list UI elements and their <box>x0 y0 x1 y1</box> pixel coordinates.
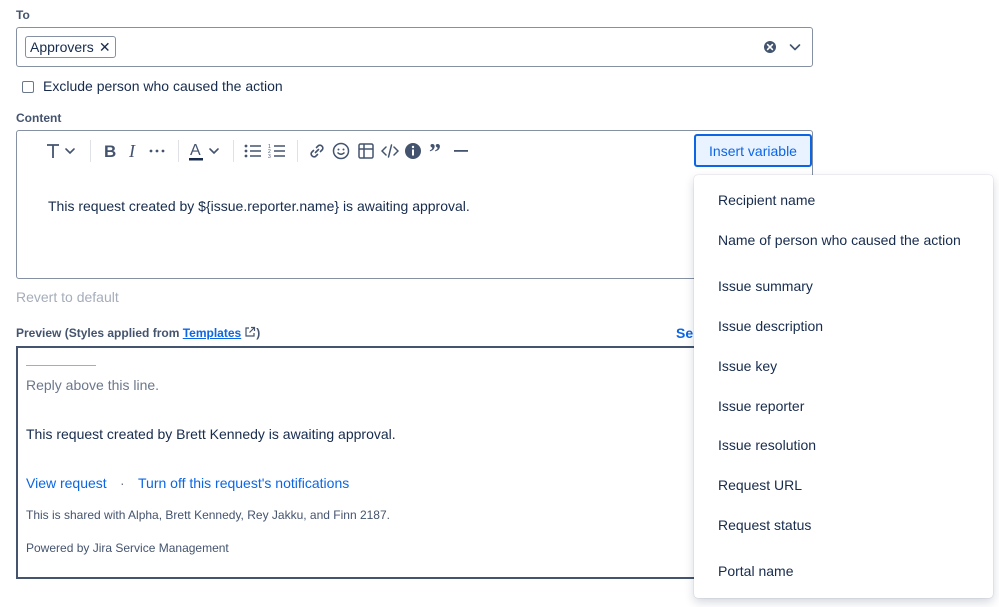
svg-text:I: I <box>128 142 136 160</box>
powered-by-text: Powered by Jira Service Management <box>26 541 229 555</box>
approvers-chip: Approvers ✕ <box>25 36 116 58</box>
preview-label-prefix: Preview (Styles applied from <box>16 326 183 340</box>
text-style-icon[interactable] <box>44 140 78 162</box>
svg-text:”: ” <box>429 143 441 159</box>
turn-off-notifications-link[interactable]: Turn off this request's notifications <box>138 475 349 491</box>
to-label: To <box>16 8 30 22</box>
italic-icon[interactable]: I <box>124 140 142 162</box>
chip-remove-icon[interactable]: ✕ <box>99 40 111 54</box>
menu-item-issue-key[interactable]: Issue key <box>718 358 777 374</box>
code-icon[interactable] <box>379 140 401 162</box>
text-color-icon[interactable]: A <box>187 140 223 162</box>
more-formatting-icon[interactable] <box>146 140 168 162</box>
preview-body-text: This request created by Brett Kennedy is… <box>26 426 396 442</box>
preview-label-suffix: ) <box>256 326 261 340</box>
exclude-checkbox[interactable] <box>22 81 34 93</box>
revert-to-default-link[interactable]: Revert to default <box>16 289 119 305</box>
reply-line-text: Reply above this line. <box>26 377 160 393</box>
menu-item-request-status[interactable]: Request status <box>718 517 811 533</box>
reply-divider <box>26 365 96 366</box>
clear-icon[interactable] <box>763 40 777 54</box>
link-icon[interactable] <box>306 140 328 162</box>
to-field[interactable]: Approvers ✕ <box>16 27 813 67</box>
menu-item-issue-resolution[interactable]: Issue resolution <box>718 437 816 453</box>
shared-with-text: This is shared with Alpha, Brett Kennedy… <box>26 508 390 522</box>
menu-item-issue-description[interactable]: Issue description <box>718 318 823 334</box>
exclude-checkbox-label: Exclude person who caused the action <box>43 78 283 94</box>
preview-label: Preview (Styles applied from Templates ) <box>16 326 260 340</box>
svg-text:B: B <box>104 142 116 160</box>
bullet-list-icon[interactable] <box>242 140 264 162</box>
svg-text:3: 3 <box>268 154 271 159</box>
numbered-list-icon[interactable]: 1 2 3 <box>266 140 288 162</box>
menu-item-issue-reporter[interactable]: Issue reporter <box>718 398 804 414</box>
content-label: Content <box>16 111 62 125</box>
menu-item-portal-name[interactable]: Portal name <box>718 563 793 579</box>
menu-item-recipient-name[interactable]: Recipient name <box>718 192 815 208</box>
table-icon[interactable] <box>355 140 377 162</box>
chip-label: Approvers <box>30 39 94 55</box>
insert-variable-button[interactable]: Insert variable <box>694 134 812 167</box>
svg-text:A: A <box>190 142 201 159</box>
link-separator: · <box>120 475 125 491</box>
divider-icon[interactable] <box>451 140 471 162</box>
chevron-down-icon[interactable] <box>788 40 802 54</box>
view-request-link[interactable]: View request <box>26 475 107 491</box>
info-panel-icon[interactable] <box>403 140 423 162</box>
menu-item-issue-summary[interactable]: Issue summary <box>718 278 813 294</box>
content-body-text[interactable]: This request created by ${issue.reporter… <box>48 198 470 214</box>
menu-item-request-url[interactable]: Request URL <box>718 477 802 493</box>
external-link-icon <box>245 326 256 337</box>
quote-icon[interactable]: ” <box>427 140 449 162</box>
menu-item-person-caused-action[interactable]: Name of person who caused the action <box>718 232 961 248</box>
bold-icon[interactable]: B <box>100 140 120 162</box>
emoji-icon[interactable] <box>330 140 352 162</box>
templates-link[interactable]: Templates <box>183 326 241 340</box>
